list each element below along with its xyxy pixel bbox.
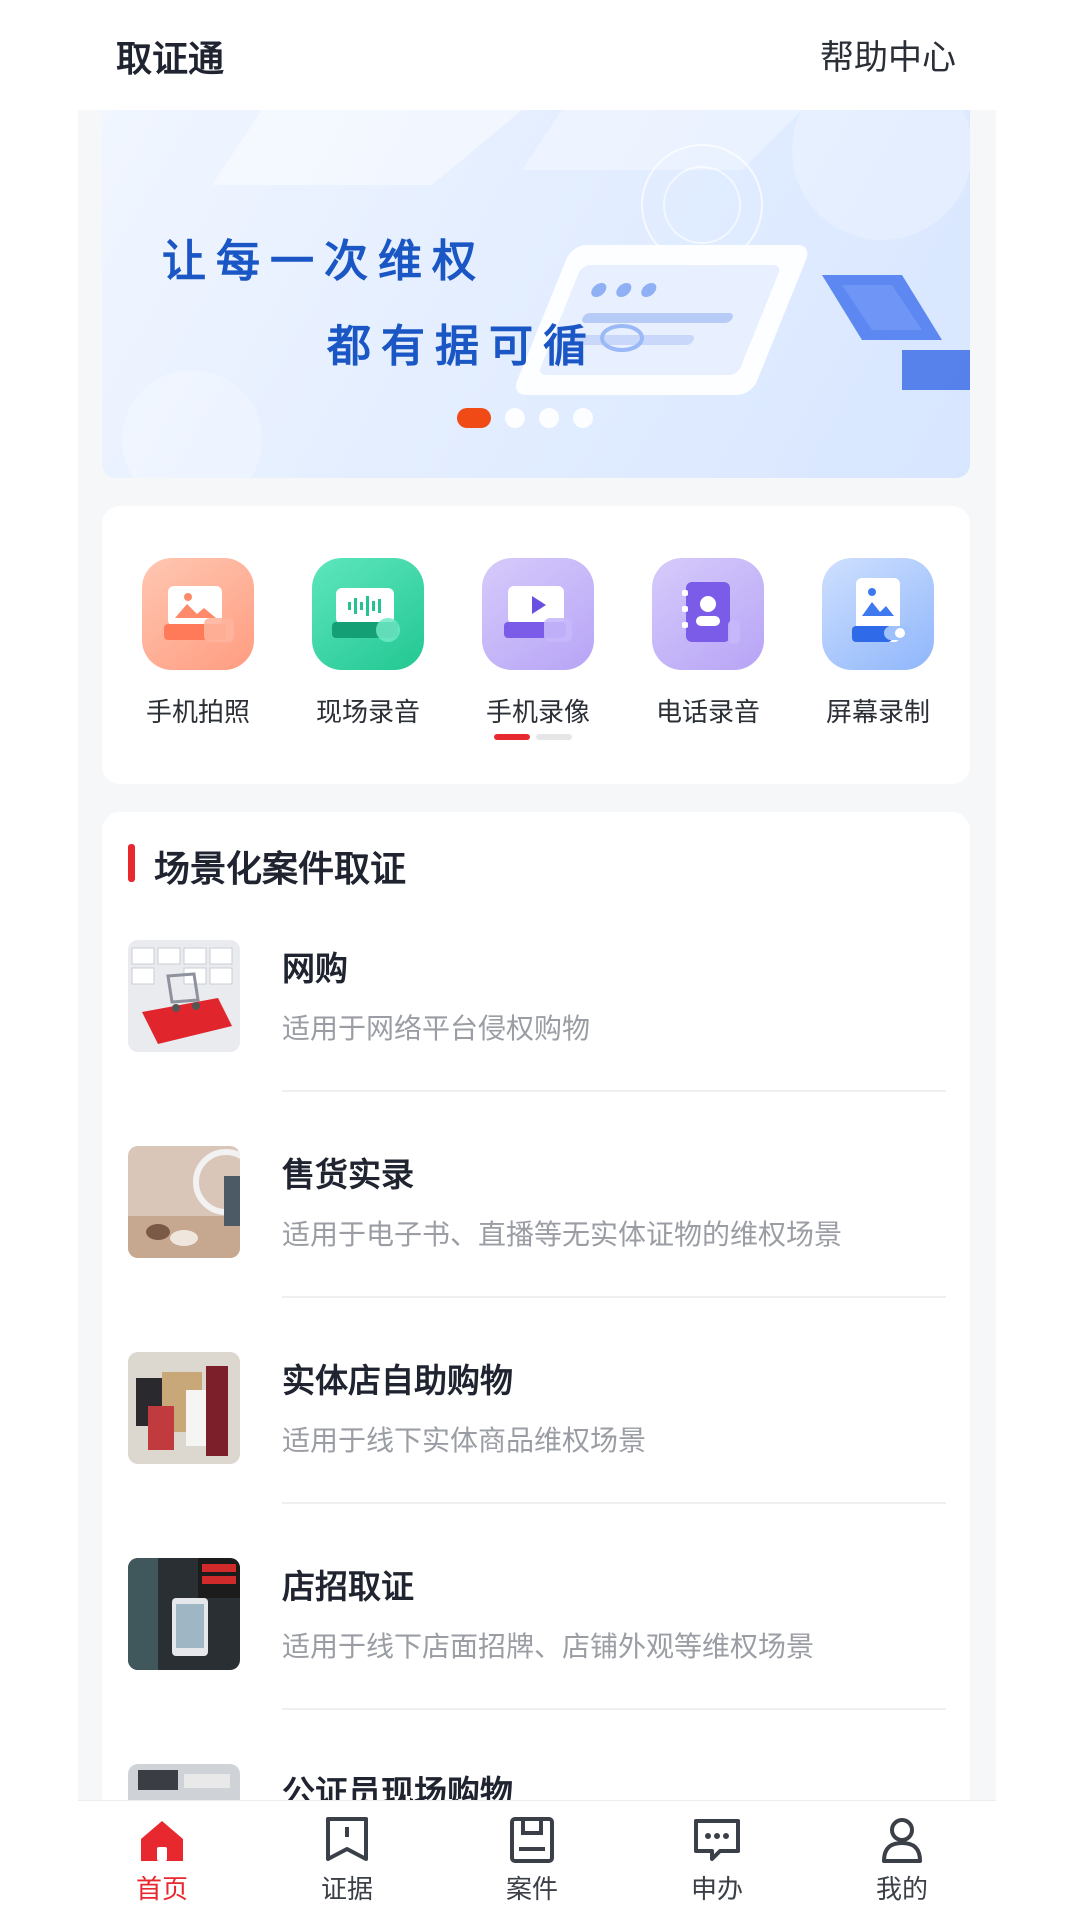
tool-screen-record[interactable]: 屏幕录制	[808, 558, 948, 729]
scenario-desc: 适用于线下实体商品维权场景	[282, 1424, 647, 1457]
tool-audio-record[interactable]: 现场录音	[298, 558, 438, 729]
video-record-icon	[482, 558, 594, 670]
carousel-indicator	[457, 408, 593, 428]
page-indicator-active	[494, 734, 530, 740]
tool-phone-photo[interactable]: 手机拍照	[128, 558, 268, 729]
tab-case[interactable]: 案件	[472, 1813, 592, 1906]
case-icon	[510, 1817, 554, 1863]
scenario-item-sales-record[interactable]: 售货实录 适用于电子书、直播等无实体证物的维权场景	[102, 1118, 970, 1324]
divider	[282, 1708, 946, 1710]
tab-label: 案件	[505, 1875, 558, 1905]
tab-label: 证据	[320, 1875, 373, 1905]
banner-headline-1: 让每一次维权	[162, 236, 486, 287]
tool-label: 屏幕录制	[825, 698, 930, 728]
app-title: 取证通	[116, 39, 225, 80]
banner-headline-2: 都有据可循	[327, 321, 597, 372]
profile-icon	[882, 1818, 922, 1863]
tools-page-indicator	[494, 734, 572, 740]
scenario-name: 售货实录	[282, 1155, 414, 1194]
tool-video-record[interactable]: 手机录像	[468, 558, 608, 729]
divider	[282, 1296, 946, 1298]
scenario-thumbnail	[128, 940, 240, 1052]
tab-label: 申办	[690, 1875, 743, 1905]
tool-label: 手机拍照	[145, 698, 250, 728]
home-icon	[141, 1821, 183, 1861]
scenario-name: 实体店自助购物	[282, 1361, 513, 1400]
tool-label: 手机录像	[485, 698, 590, 728]
top-header: 取证通 帮助中心	[78, 0, 996, 110]
phone-record-icon	[652, 558, 764, 670]
tool-label: 电话录音	[655, 698, 760, 728]
scenario-item-storefront-sign[interactable]: 店招取证 适用于线下店面招牌、店铺外观等维权场景	[102, 1530, 970, 1736]
camera-photo-icon	[142, 558, 254, 670]
divider	[282, 1502, 946, 1504]
evidence-icon	[326, 1817, 368, 1861]
carousel-dot[interactable]	[505, 408, 525, 428]
carousel-dot[interactable]	[573, 408, 593, 428]
scenario-name: 店招取证	[282, 1567, 414, 1606]
app-screen: 取证通 帮助中心 让每一次维权 都有据可循 手机拍照 现场录音 手机录像 电话录…	[78, 0, 996, 1920]
scenario-desc: 适用于网络平台侵权购物	[282, 1012, 591, 1045]
audio-record-icon	[312, 558, 424, 670]
section-accent-bar	[128, 844, 135, 882]
tab-profile[interactable]: 我的	[842, 1813, 962, 1906]
tool-phone-record[interactable]: 电话录音	[638, 558, 778, 729]
tab-home[interactable]: 首页	[102, 1813, 222, 1906]
help-center-link[interactable]: 帮助中心	[820, 30, 956, 79]
carousel-dot[interactable]	[457, 408, 491, 428]
page-indicator	[536, 734, 572, 740]
scenario-thumbnail	[128, 1146, 240, 1258]
screen-record-icon	[822, 558, 934, 670]
tab-label: 首页	[135, 1875, 188, 1905]
promo-banner[interactable]: 让每一次维权 都有据可循	[102, 110, 970, 478]
section-title: 场景化案件取证	[154, 849, 407, 890]
divider	[282, 1090, 946, 1092]
scenario-item-online-shopping[interactable]: 网购 适用于网络平台侵权购物	[102, 912, 970, 1118]
tab-label: 我的	[875, 1875, 928, 1905]
tool-label: 现场录音	[315, 698, 420, 728]
scenario-thumbnail	[128, 1558, 240, 1670]
scenario-name: 网购	[282, 949, 348, 988]
scenario-thumbnail	[128, 1352, 240, 1464]
carousel-dot[interactable]	[539, 408, 559, 428]
apply-icon	[694, 1819, 740, 1861]
scenario-desc: 适用于电子书、直播等无实体证物的维权场景	[282, 1218, 843, 1251]
scenario-desc: 适用于线下店面招牌、店铺外观等维权场景	[282, 1630, 815, 1663]
scenario-section: 场景化案件取证 网购 适用于网络平台侵权购物 售货实录 适用于电子书、直播等无实…	[102, 812, 970, 1920]
tab-evidence[interactable]: 证据	[287, 1813, 407, 1906]
evidence-tools-card: 手机拍照 现场录音 手机录像 电话录音 屏幕录制	[102, 506, 970, 784]
scenario-item-store-self-service[interactable]: 实体店自助购物 适用于线下实体商品维权场景	[102, 1324, 970, 1530]
tab-apply[interactable]: 申办	[657, 1813, 777, 1906]
bottom-nav: 首页 证据 案件 申办 我的	[78, 1800, 996, 1920]
